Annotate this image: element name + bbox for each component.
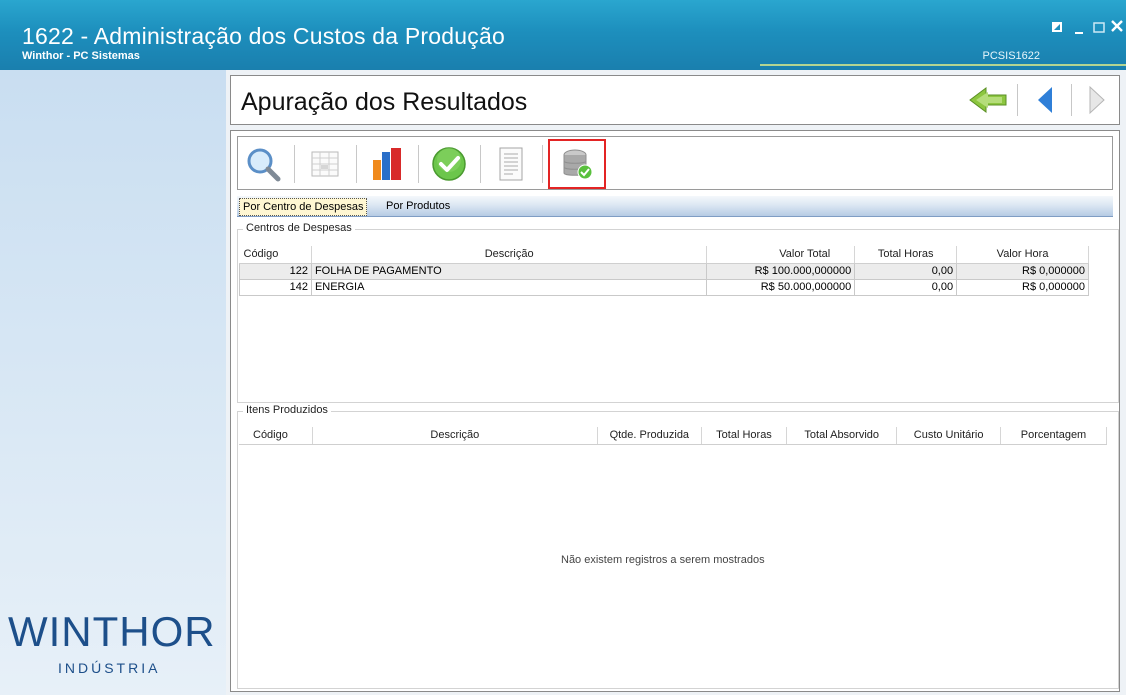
cell-valor-total: R$ 100.000,000000	[706, 262, 856, 280]
routine-code: PCSIS1622	[982, 50, 1040, 62]
next-button[interactable]	[1083, 84, 1111, 116]
cell-total-horas: 0,00	[854, 278, 958, 296]
column-header[interactable]: Total Horas	[701, 427, 788, 445]
maximize-icon[interactable]	[1092, 20, 1106, 37]
logo-main-text: WINTHOR	[8, 608, 216, 655]
database-process-button[interactable]	[548, 139, 606, 189]
column-header[interactable]: Código	[239, 246, 312, 264]
restore-icon[interactable]	[1050, 20, 1064, 37]
table-row[interactable]: 122 FOLHA DE PAGAMENTO R$ 100.000,000000…	[239, 262, 1089, 280]
column-header[interactable]: Total Horas	[854, 246, 958, 264]
report-icon	[499, 147, 523, 181]
minimize-icon[interactable]	[1074, 22, 1086, 38]
confirm-button[interactable]	[428, 143, 470, 185]
centros-despesas-label: Centros de Despesas	[243, 222, 355, 234]
cell-valor-hora: R$ 0,000000	[956, 262, 1089, 280]
page-title: Apuração dos Resultados	[241, 88, 528, 116]
report-button[interactable]	[490, 143, 532, 185]
column-header[interactable]: Custo Unitário	[896, 427, 1002, 445]
content-panel: Por Centro de Despesas Por Produtos Cent…	[230, 130, 1120, 692]
tab-bar: Por Centro de Despesas Por Produtos	[237, 196, 1113, 217]
column-header[interactable]: Total Absorvido	[786, 427, 898, 445]
cell-descricao: FOLHA DE PAGAMENTO	[310, 262, 708, 280]
column-header[interactable]: Qtde. Produzida	[597, 427, 702, 445]
empty-message: Não existem registros a serem mostrados	[561, 554, 765, 566]
column-header[interactable]: Descrição	[312, 427, 598, 445]
toolbar	[237, 136, 1113, 190]
cell-total-horas: 0,00	[854, 262, 958, 280]
winthor-logo: WINTHOR INDÚSTRIA	[8, 608, 218, 688]
left-panel: WINTHOR INDÚSTRIA	[0, 70, 226, 695]
search-icon	[247, 148, 281, 182]
cell-descricao: ENERGIA	[310, 278, 708, 296]
bar-chart-icon	[373, 148, 401, 180]
centros-despesas-table: Código Descrição Valor Total Total Horas…	[239, 246, 1089, 296]
cell-valor-total: R$ 50.000,000000	[706, 278, 856, 296]
column-header[interactable]: Porcentagem	[1000, 427, 1107, 445]
database-check-icon	[563, 149, 593, 180]
itens-produzidos-group	[237, 411, 1119, 689]
grid-button[interactable]	[304, 143, 346, 185]
close-icon[interactable]	[1110, 19, 1124, 36]
arrow-right-icon	[1089, 85, 1105, 115]
itens-produzidos-table: Código Descrição Qtde. Produzida Total H…	[239, 427, 1107, 445]
itens-produzidos-label: Itens Produzidos	[243, 404, 331, 416]
cell-codigo: 142	[239, 278, 312, 296]
tab-por-centro-de-despesas[interactable]: Por Centro de Despesas	[239, 198, 368, 216]
check-icon	[432, 147, 466, 181]
home-back-button[interactable]	[966, 84, 1010, 116]
tab-por-produtos[interactable]: Por Produtos	[383, 198, 453, 216]
grid-icon	[311, 151, 339, 177]
column-header[interactable]: Valor Hora	[956, 246, 1089, 264]
window-title: 1622 - Administração dos Custos da Produ…	[22, 23, 505, 49]
column-header[interactable]: Valor Total	[706, 246, 856, 264]
column-header[interactable]: Código	[239, 427, 313, 445]
window-subtitle: Winthor - PC Sistemas	[22, 50, 140, 62]
cell-codigo: 122	[239, 262, 312, 280]
window-titlebar: 1622 - Administração dos Custos da Produ…	[0, 0, 1126, 70]
column-header[interactable]: Descrição	[311, 246, 708, 264]
logo-sub-text: INDÚSTRIA	[58, 660, 161, 676]
table-row[interactable]: 142 ENERGIA R$ 50.000,000000 0,00 R$ 0,0…	[239, 278, 1089, 296]
search-button[interactable]	[242, 143, 284, 185]
main-area: Apuração dos Resultados Por Centro de De…	[226, 70, 1126, 695]
chart-button[interactable]	[366, 143, 408, 185]
titlebar-accent-line	[760, 64, 1126, 66]
previous-button[interactable]	[1031, 84, 1059, 116]
page-header: Apuração dos Resultados	[230, 75, 1120, 125]
cell-valor-hora: R$ 0,000000	[956, 278, 1089, 296]
double-arrow-left-icon	[969, 87, 1007, 113]
arrow-left-icon	[1038, 87, 1052, 113]
